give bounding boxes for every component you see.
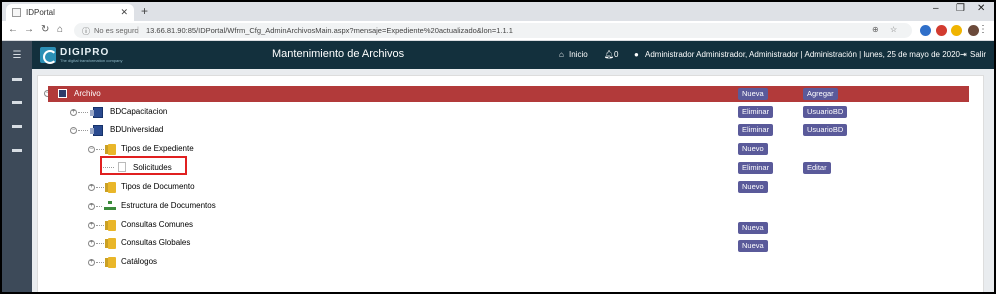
- eliminar-button[interactable]: Eliminar: [738, 106, 774, 118]
- home-link[interactable]: Inicio: [569, 50, 588, 59]
- usuariobd-button[interactable]: UsuarioBD: [803, 106, 848, 118]
- page-title: Mantenimiento de Archivos: [272, 48, 405, 60]
- back-icon[interactable]: ←: [8, 24, 18, 35]
- sidebar-item-icon[interactable]: ▬: [2, 117, 32, 135]
- tree-item-label[interactable]: Tipos de Expediente: [121, 144, 194, 153]
- bell-icon[interactable]: 🔔︎: [604, 50, 614, 59]
- expand-toggle-icon[interactable]: +: [88, 203, 95, 210]
- user-info: Administrador Administrador, Administrad…: [645, 50, 960, 59]
- digipro-logo[interactable]: DIGIPRO The digital transformation compa…: [40, 47, 122, 64]
- home-link-icon[interactable]: ⌂: [559, 50, 564, 59]
- eliminar-button[interactable]: Eliminar: [738, 124, 774, 136]
- tree-connector: [96, 243, 104, 244]
- address-bar[interactable]: ⓘ No es seguro | 13.66.81.90:85/IDPortal…: [74, 23, 912, 38]
- tree-item-label[interactable]: Consultas Comunes: [121, 220, 193, 229]
- tree-item-label[interactable]: Estructura de Documentos: [121, 201, 216, 210]
- bookmark-star-icon[interactable]: ☆: [890, 25, 897, 34]
- maximize-icon[interactable]: ❐: [956, 3, 965, 14]
- tab-close-icon[interactable]: ✕: [120, 7, 128, 18]
- structure-icon: [104, 201, 116, 211]
- zoom-icon[interactable]: ⊕: [872, 25, 879, 34]
- browser-tab[interactable]: IDPortal ✕: [6, 4, 134, 21]
- tree-item-label[interactable]: Catálogos: [121, 257, 157, 266]
- extension-icon[interactable]: [920, 25, 931, 36]
- folder-icon: [105, 257, 116, 268]
- expand-toggle-icon[interactable]: +: [88, 222, 95, 229]
- sidebar-item-icon[interactable]: ▬: [2, 141, 32, 159]
- eliminar-button[interactable]: Eliminar: [738, 162, 774, 174]
- usuariobd-button[interactable]: UsuarioBD: [803, 124, 848, 136]
- browser-window: IDPortal ✕ + – ❐ ✕ ← → ↻ ⌂ ⓘ No es segur…: [2, 2, 994, 292]
- app-header: DIGIPRO The digital transformation compa…: [32, 41, 994, 69]
- menu-toggle-icon[interactable]: ☰: [2, 47, 32, 65]
- home-icon[interactable]: ⌂: [57, 24, 63, 35]
- archive-icon: [58, 89, 67, 98]
- tree-connector: [78, 112, 88, 113]
- reload-icon[interactable]: ↻: [41, 24, 49, 35]
- highlight-box: [100, 156, 187, 175]
- tree-connector: [96, 225, 104, 226]
- logo-tagline: The digital transformation company: [60, 58, 123, 63]
- file-tree-panel: − Archivo Nueva Agregar + BDCapacitacion…: [37, 75, 984, 292]
- tree-connector: [78, 130, 88, 131]
- extension-icon[interactable]: [951, 25, 962, 36]
- notification-count: 0: [614, 50, 619, 59]
- tree-item-label[interactable]: BDCapacitacion: [110, 107, 167, 116]
- sidebar-item-icon[interactable]: ▬: [2, 70, 32, 88]
- logout-icon[interactable]: ⇥: [960, 50, 967, 59]
- url-text[interactable]: 13.66.81.90:85/IDPortal/Wfrm_Cfg_AdminAr…: [146, 26, 513, 35]
- nueva-button[interactable]: Nueva: [738, 240, 768, 252]
- expand-toggle-icon[interactable]: +: [88, 184, 95, 191]
- tree-connector: [96, 187, 104, 188]
- expand-toggle-icon[interactable]: +: [70, 109, 77, 116]
- logo-mark-icon: [40, 47, 57, 64]
- collapse-toggle-icon[interactable]: −: [70, 127, 77, 134]
- tree-item-label[interactable]: Consultas Globales: [121, 238, 190, 247]
- info-icon[interactable]: ⓘ: [82, 26, 90, 37]
- nueva-button[interactable]: Nueva: [738, 222, 768, 234]
- user-icon: ●: [634, 50, 639, 59]
- app-sidebar: ☰ ▬ ▬ ▬ ▬: [2, 41, 32, 292]
- tab-strip: IDPortal ✕ + – ❐ ✕: [2, 2, 994, 21]
- folder-icon: [105, 220, 116, 231]
- tree-connector: [96, 206, 102, 207]
- folder-icon: [105, 238, 116, 249]
- expand-toggle-icon[interactable]: +: [88, 240, 95, 247]
- logout-link[interactable]: Salir: [970, 50, 986, 59]
- tree-item-label[interactable]: BDUniversidad: [110, 125, 163, 134]
- window-close-icon[interactable]: ✕: [977, 3, 985, 14]
- new-tab-icon[interactable]: +: [141, 4, 148, 18]
- expand-toggle-icon[interactable]: +: [88, 259, 95, 266]
- tree-connector: [96, 262, 104, 263]
- tab-title: IDPortal: [26, 8, 55, 17]
- folder-icon: [105, 182, 116, 193]
- extension-icon[interactable]: [936, 25, 947, 36]
- security-label: No es seguro: [94, 26, 139, 35]
- root-nueva-button[interactable]: Nueva: [738, 88, 768, 100]
- main-content: − Archivo Nueva Agregar + BDCapacitacion…: [32, 69, 994, 292]
- separator: |: [137, 25, 139, 34]
- sidebar-item-icon[interactable]: ▬: [2, 93, 32, 111]
- folder-icon: [105, 144, 116, 155]
- tree-root-label: Archivo: [74, 89, 101, 98]
- logo-name: DIGIPRO: [60, 47, 110, 58]
- database-icon: [90, 125, 103, 136]
- minimize-icon[interactable]: –: [933, 3, 939, 14]
- editar-button[interactable]: Editar: [803, 162, 831, 174]
- nuevo-button[interactable]: Nuevo: [738, 181, 768, 193]
- collapse-toggle-icon[interactable]: −: [88, 146, 95, 153]
- tree-item-label[interactable]: Tipos de Documento: [121, 182, 195, 191]
- browser-toolbar: ← → ↻ ⌂ ⓘ No es seguro | 13.66.81.90:85/…: [2, 21, 994, 41]
- nuevo-button[interactable]: Nuevo: [738, 143, 768, 155]
- root-agregar-button[interactable]: Agregar: [803, 88, 838, 100]
- tree-connector: [96, 149, 104, 150]
- page-favicon-icon: [12, 8, 21, 17]
- database-icon: [90, 107, 103, 118]
- forward-icon[interactable]: →: [24, 24, 34, 35]
- browser-menu-icon[interactable]: ⋮: [978, 24, 988, 35]
